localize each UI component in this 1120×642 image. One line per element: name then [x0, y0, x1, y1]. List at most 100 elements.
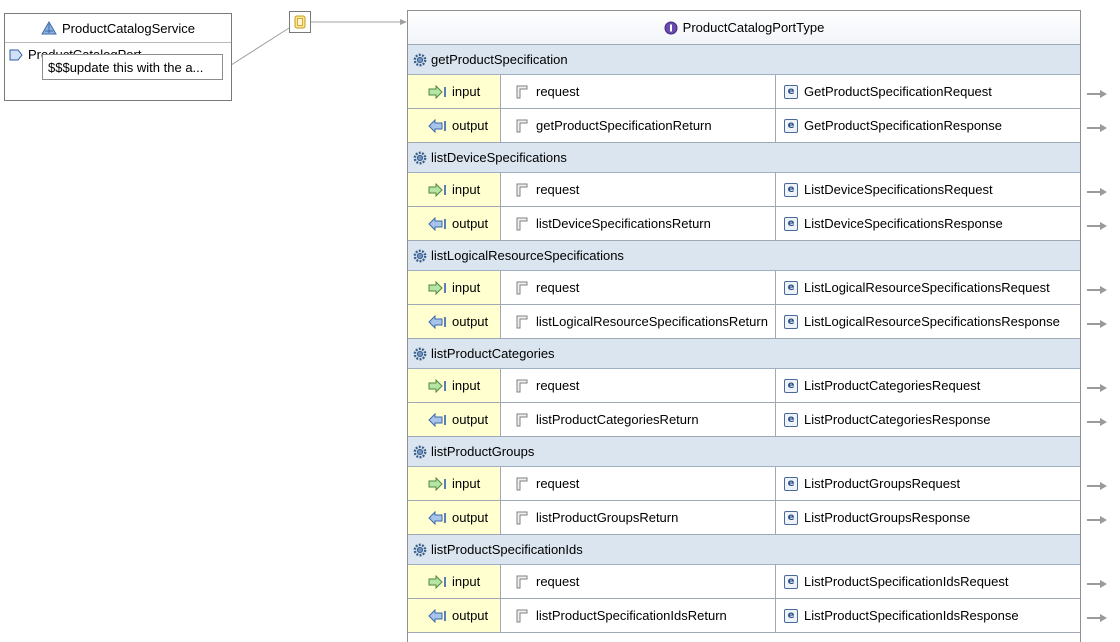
service-icon [41, 21, 57, 35]
service-header[interactable]: ProductCatalogService [5, 14, 231, 43]
part-cell[interactable]: listLogicalResourceSpecificationsReturn [501, 305, 776, 338]
part-cell[interactable]: getProductSpecificationReturn [501, 109, 776, 142]
element-icon: e [784, 216, 798, 231]
element-cell[interactable]: e ListProductCategoriesRequest [776, 369, 1080, 402]
part-cell[interactable]: request [501, 75, 776, 108]
operation-header[interactable]: getProductSpecification [408, 45, 1080, 75]
part-cell[interactable]: request [501, 565, 776, 598]
element-name: ListDeviceSpecificationsResponse [804, 216, 1003, 231]
output-message-row[interactable]: output listLogicalResourceSpecificationsR… [408, 305, 1080, 339]
input-cell[interactable]: input [408, 467, 501, 500]
output-label: output [452, 608, 489, 623]
binding-node[interactable] [289, 11, 311, 33]
element-cell[interactable]: e ListDeviceSpecificationsResponse [776, 207, 1080, 240]
operations-list: getProductSpecification input request e GetP… [408, 45, 1080, 633]
element-cell[interactable]: e ListProductSpecificationIdsRequest [776, 565, 1080, 598]
link-arrow-icon[interactable] [1086, 219, 1108, 230]
output-arrow-icon [428, 510, 448, 525]
part-cell[interactable]: listProductSpecificationIdsReturn [501, 599, 776, 632]
element-name: ListProductGroupsRequest [804, 476, 961, 491]
output-message-row[interactable]: output listProductGroupsReturn e ListProduc… [408, 501, 1080, 535]
input-label: input [452, 84, 481, 99]
operation-header[interactable]: listLogicalResourceSpecifications [408, 241, 1080, 271]
element-cell[interactable]: e ListProductSpecificationIdsResponse [776, 599, 1080, 632]
link-arrow-icon[interactable] [1086, 121, 1108, 132]
output-cell[interactable]: output [408, 305, 501, 338]
link-arrow-icon[interactable] [1086, 513, 1108, 524]
port-icon [9, 49, 23, 61]
part-icon [516, 575, 528, 589]
element-cell[interactable]: e ListDeviceSpecificationsRequest [776, 173, 1080, 206]
output-message-row[interactable]: output getProductSpecificationReturn e GetP… [408, 109, 1080, 143]
operation-header[interactable]: listProductSpecificationIds [408, 535, 1080, 565]
link-arrow-icon[interactable] [1086, 283, 1108, 294]
input-cell[interactable]: input [408, 271, 501, 304]
link-arrow-icon[interactable] [1086, 415, 1108, 426]
part-cell[interactable]: request [501, 271, 776, 304]
input-arrow-icon [428, 476, 448, 491]
element-cell[interactable]: e GetProductSpecificationResponse [776, 109, 1080, 142]
input-cell[interactable]: input [408, 369, 501, 402]
part-icon [516, 217, 528, 231]
link-arrow-icon[interactable] [1086, 317, 1108, 328]
element-icon: e [784, 412, 798, 427]
part-cell[interactable]: request [501, 467, 776, 500]
port-type-header[interactable]: ProductCatalogPortType [408, 11, 1080, 45]
element-cell[interactable]: e ListLogicalResourceSpecificationsRespon… [776, 305, 1080, 338]
input-message-row[interactable]: input request e ListProductGroupsRequest [408, 467, 1080, 501]
input-message-row[interactable]: input request e GetProductSpecificationRequ… [408, 75, 1080, 109]
part-cell[interactable]: listProductCategoriesReturn [501, 403, 776, 436]
part-name: listLogicalResourceSpecificationsReturn [536, 314, 768, 329]
input-label: input [452, 378, 481, 393]
output-label: output [452, 216, 489, 231]
input-label: input [452, 182, 481, 197]
part-icon [516, 315, 528, 329]
input-cell[interactable]: input [408, 565, 501, 598]
part-cell[interactable]: request [501, 369, 776, 402]
element-name: ListLogicalResourceSpecificationsRequest [804, 280, 1050, 295]
part-name: request [536, 574, 580, 589]
element-icon: e [784, 476, 798, 491]
operation-header[interactable]: listProductGroups [408, 437, 1080, 467]
input-label: input [452, 574, 481, 589]
part-name: listProductSpecificationIdsReturn [536, 608, 727, 623]
port-type-table[interactable]: ProductCatalogPortType getProductSpecifi… [407, 10, 1081, 642]
output-cell[interactable]: output [408, 501, 501, 534]
input-cell[interactable]: input [408, 173, 501, 206]
operation-header[interactable]: listDeviceSpecifications [408, 143, 1080, 173]
part-cell[interactable]: listDeviceSpecificationsReturn [501, 207, 776, 240]
part-name: request [536, 378, 580, 393]
operation-gear-icon [413, 249, 427, 263]
operation-header[interactable]: listProductCategories [408, 339, 1080, 369]
element-cell[interactable]: e ListLogicalResourceSpecificationsReques… [776, 271, 1080, 304]
part-icon [516, 413, 528, 427]
part-cell[interactable]: listProductGroupsReturn [501, 501, 776, 534]
input-message-row[interactable]: input request e ListLogicalResourceSpecific… [408, 271, 1080, 305]
link-arrow-icon[interactable] [1086, 479, 1108, 490]
link-arrow-icon[interactable] [1086, 577, 1108, 588]
output-cell[interactable]: output [408, 599, 501, 632]
element-cell[interactable]: e ListProductGroupsRequest [776, 467, 1080, 500]
link-arrow-icon[interactable] [1086, 381, 1108, 392]
part-cell[interactable]: request [501, 173, 776, 206]
element-cell[interactable]: e ListProductCategoriesResponse [776, 403, 1080, 436]
element-cell[interactable]: e ListProductGroupsResponse [776, 501, 1080, 534]
element-cell[interactable]: e GetProductSpecificationRequest [776, 75, 1080, 108]
element-name: ListDeviceSpecificationsRequest [804, 182, 993, 197]
port-address-field[interactable]: $$$update this with the a... [42, 54, 223, 80]
output-message-row[interactable]: output listProductCategoriesReturn e ListPr… [408, 403, 1080, 437]
link-arrow-icon[interactable] [1086, 611, 1108, 622]
input-message-row[interactable]: input request e ListDeviceSpecificationsReq… [408, 173, 1080, 207]
output-cell[interactable]: output [408, 109, 501, 142]
input-message-row[interactable]: input request e ListProductCategoriesReques… [408, 369, 1080, 403]
output-message-row[interactable]: output listDeviceSpecificationsReturn e Lis… [408, 207, 1080, 241]
part-icon [516, 119, 528, 133]
link-arrow-icon[interactable] [1086, 87, 1108, 98]
output-cell[interactable]: output [408, 403, 501, 436]
output-cell[interactable]: output [408, 207, 501, 240]
output-message-row[interactable]: output listProductSpecificationIdsReturn e… [408, 599, 1080, 633]
part-icon [516, 281, 528, 295]
input-cell[interactable]: input [408, 75, 501, 108]
input-message-row[interactable]: input request e ListProductSpecificationIds… [408, 565, 1080, 599]
link-arrow-icon[interactable] [1086, 185, 1108, 196]
